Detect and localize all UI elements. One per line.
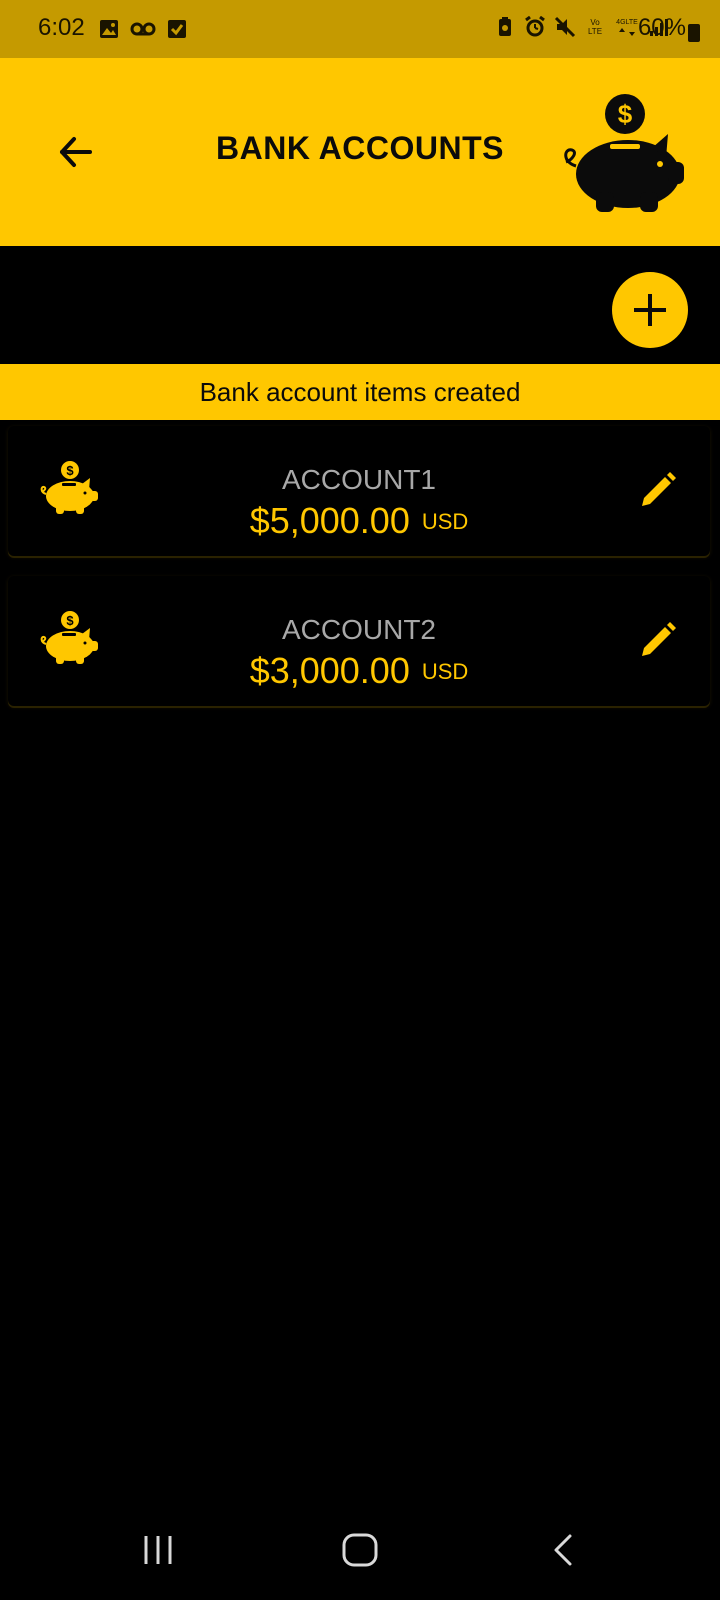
image-icon — [100, 20, 118, 38]
account-card[interactable]: $ ACCOUNT2 $3,000.00 USD — [8, 576, 710, 706]
volte-icon: Vo LTE — [588, 18, 602, 36]
account-amount: $5,000.00 — [249, 500, 410, 541]
edit-pencil-icon[interactable] — [638, 470, 678, 510]
mute-icon — [554, 16, 576, 38]
svg-text:$: $ — [618, 99, 633, 129]
account-name: ACCOUNT1 — [281, 464, 436, 495]
app-bar: BANK ACCOUNTS $ — [0, 58, 720, 246]
account-amount: $3,000.00 — [249, 650, 410, 691]
account-currency: USD — [421, 509, 469, 534]
status-banner: Bank account items created — [0, 364, 720, 420]
account-balance: $5,000.00 USD — [8, 500, 710, 542]
svg-text:4GLTE: 4GLTE — [616, 19, 638, 26]
account-balance: $3,000.00 USD — [8, 650, 710, 692]
back-icon[interactable] — [548, 1532, 578, 1568]
alarm-icon — [525, 16, 545, 37]
home-icon[interactable] — [340, 1532, 380, 1568]
lte-icon: 4GLTE — [616, 19, 638, 36]
plus-icon — [634, 294, 666, 326]
system-nav-bar — [0, 1500, 720, 1600]
status-time: 6:02 — [38, 14, 85, 41]
svg-text:Vo: Vo — [590, 18, 600, 27]
voicemail-icon — [130, 22, 156, 36]
battery-percentage: 60% — [637, 14, 686, 41]
piggy-bank-icon: $ — [564, 94, 684, 212]
recent-apps-icon[interactable] — [140, 1532, 176, 1568]
checkbox-icon — [168, 20, 186, 38]
account-name: ACCOUNT2 — [281, 614, 436, 645]
status-bar: 6:02 Vo LTE 4GLTE 60% — [0, 0, 720, 58]
svg-text:LTE: LTE — [588, 27, 602, 36]
battery-icon — [688, 24, 700, 42]
account-currency: USD — [421, 659, 469, 684]
account-card[interactable]: $ ACCOUNT1 $5,000.00 USD — [8, 426, 710, 556]
battery-saver-icon — [499, 17, 511, 36]
edit-pencil-icon[interactable] — [638, 620, 678, 660]
add-account-button[interactable] — [612, 272, 688, 348]
